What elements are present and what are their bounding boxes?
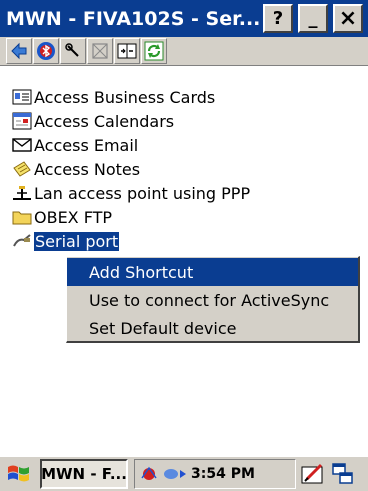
- bluetooth-button[interactable]: [33, 38, 59, 64]
- taskbar: MWN - F... 3:54 PM: [0, 455, 368, 491]
- list-item-label: Access Calendars: [34, 111, 175, 131]
- calendar-icon: [12, 111, 32, 131]
- refresh-button[interactable]: [141, 38, 167, 64]
- bluetooth-icon: [37, 42, 55, 60]
- list-item[interactable]: Access Calendars: [12, 109, 174, 133]
- list-item-label: OBEX FTP: [34, 207, 113, 227]
- list-item-label: Access Notes: [34, 159, 141, 179]
- minimize-button[interactable]: _: [298, 4, 328, 33]
- menu-item-set-default[interactable]: Set Default device: [67, 314, 358, 342]
- split-view-icon: [117, 43, 137, 59]
- disabled-button[interactable]: [87, 38, 113, 64]
- envelope-icon: [12, 135, 32, 155]
- list-item[interactable]: Lan access point using PPP: [12, 181, 250, 205]
- title-bar: MWN - FIVA102S - Ser... ? _ ×: [0, 0, 368, 37]
- windows-stack-icon: [332, 463, 353, 484]
- list-item[interactable]: Access Email: [12, 133, 138, 157]
- task-button[interactable]: MWN - F...: [40, 459, 128, 489]
- input-panel-button[interactable]: [300, 461, 326, 487]
- system-tray: 3:54 PM: [134, 459, 296, 489]
- back-arrow-icon: [11, 42, 27, 60]
- start-button[interactable]: [0, 458, 38, 490]
- settings-button[interactable]: [60, 38, 86, 64]
- clock[interactable]: 3:54 PM: [191, 466, 255, 482]
- list-item[interactable]: Access Notes: [12, 157, 140, 181]
- lan-access-icon: [12, 183, 32, 203]
- split-view-button[interactable]: [114, 38, 140, 64]
- business-card-icon: [12, 87, 32, 107]
- window-title: MWN - FIVA102S - Ser...: [6, 7, 261, 30]
- menu-item-activesync[interactable]: Use to connect for ActiveSync: [67, 286, 358, 314]
- back-button[interactable]: [6, 38, 32, 64]
- toolbar: [0, 37, 368, 66]
- connection-arrow-icon[interactable]: [162, 464, 188, 484]
- windows-flag-icon: [8, 465, 29, 482]
- list-item-label: Serial port: [32, 230, 121, 252]
- pen-input-icon: [301, 463, 323, 484]
- context-menu: Add Shortcut Use to connect for ActiveSy…: [66, 256, 360, 343]
- serial-port-icon: [12, 231, 32, 251]
- wrench-icon: [65, 43, 79, 57]
- notes-icon: [12, 159, 32, 179]
- folder-icon: [12, 207, 32, 227]
- disabled-box-icon: [92, 43, 108, 59]
- list-item-label: Access Business Cards: [34, 87, 216, 107]
- menu-item-add-shortcut[interactable]: Add Shortcut: [67, 258, 358, 286]
- window-switch-button[interactable]: [330, 461, 356, 487]
- list-item-selected[interactable]: Serial port: [12, 229, 121, 253]
- list-item[interactable]: Access Business Cards: [12, 85, 215, 109]
- help-button[interactable]: ?: [263, 4, 293, 33]
- list-item[interactable]: OBEX FTP: [12, 205, 112, 229]
- list-item-label: Lan access point using PPP: [34, 183, 251, 203]
- list-item-label: Access Email: [34, 135, 139, 155]
- bluetooth-tray-icon[interactable]: [139, 464, 159, 484]
- close-button[interactable]: ×: [333, 4, 363, 33]
- refresh-icon: [144, 41, 164, 61]
